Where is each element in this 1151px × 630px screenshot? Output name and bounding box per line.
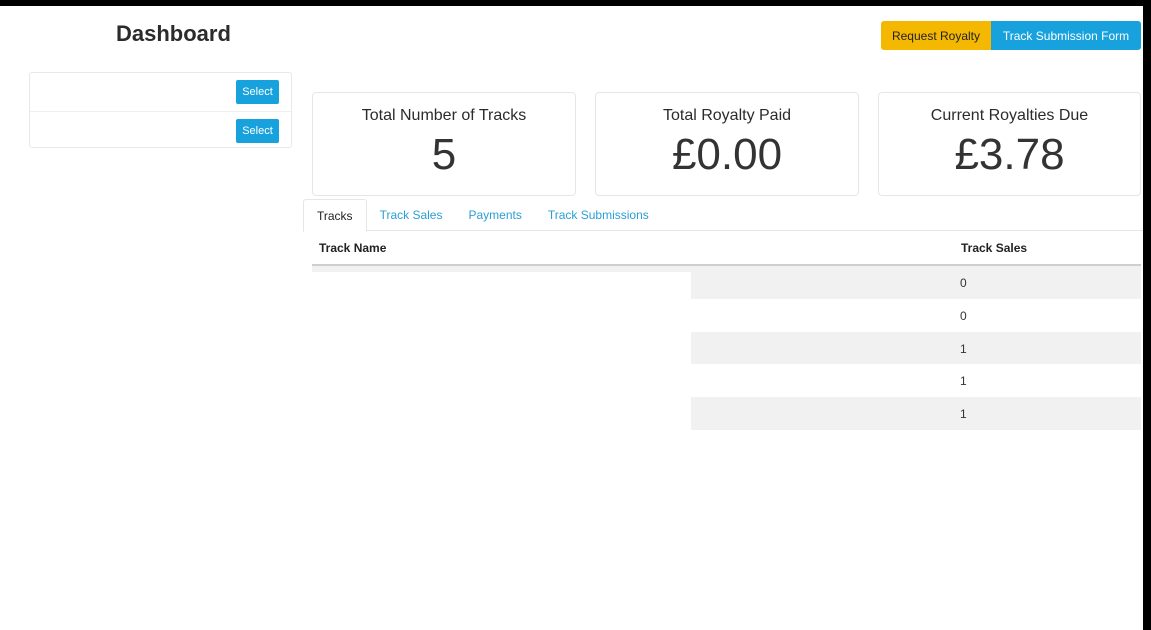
stat-label: Total Royalty Paid	[662, 107, 792, 124]
track-sales-cell: 0	[960, 308, 967, 323]
row-background	[691, 299, 1141, 332]
track-submission-form-button[interactable]: Track Submission Form	[991, 21, 1141, 50]
select-button[interactable]: Select	[236, 80, 279, 104]
stat-card-total-royalty-paid: Total Royalty Paid £0.00	[595, 92, 859, 196]
select-button[interactable]: Select	[236, 119, 279, 143]
header-actions: Request Royalty Track Submission Form	[881, 21, 1141, 50]
page-title: Dashboard	[116, 21, 231, 46]
request-royalty-button[interactable]: Request Royalty	[881, 21, 991, 50]
stat-label: Total Number of Tracks	[361, 107, 527, 124]
row-background	[691, 331, 1141, 365]
track-sales-cell: 1	[960, 341, 967, 356]
tracks-table-header: Track Name Track Sales	[312, 234, 1141, 266]
row-background	[691, 266, 1141, 299]
stat-value: £3.78	[954, 130, 1065, 179]
table-row[interactable]: 1	[312, 364, 1141, 397]
tab-track-submissions[interactable]: Track Submissions	[535, 199, 662, 231]
table-row[interactable]: 1	[312, 331, 1141, 365]
stat-value: 5	[431, 130, 457, 179]
tracks-table-body: 0 0 1 1 1	[312, 266, 1141, 430]
tab-bar: Tracks Track Sales Payments Track Submis…	[303, 199, 1143, 232]
table-row[interactable]: 1	[312, 397, 1141, 430]
tab-payments[interactable]: Payments	[455, 199, 534, 231]
stat-value: £0.00	[671, 130, 783, 179]
track-sales-cell: 1	[960, 374, 967, 389]
stat-card-current-royalties-due: Current Royalties Due £3.78	[878, 92, 1141, 196]
row-background	[691, 364, 1141, 397]
side-panel-item: Select	[30, 111, 291, 149]
dashboard-page: Dashboard Request Royalty Track Submissi…	[0, 6, 1143, 630]
column-header-track-sales[interactable]: Track Sales	[961, 241, 1027, 255]
row-background	[691, 397, 1141, 430]
table-row[interactable]: 0	[312, 299, 1141, 332]
track-sales-cell: 0	[960, 276, 967, 290]
track-sales-cell: 1	[960, 407, 967, 422]
table-row[interactable]: 0	[312, 266, 1141, 299]
side-panel-item: Select	[30, 73, 291, 111]
tab-track-sales[interactable]: Track Sales	[367, 199, 456, 231]
stat-label: Current Royalties Due	[930, 107, 1089, 124]
tab-tracks[interactable]: Tracks	[303, 199, 367, 232]
column-header-track-name[interactable]: Track Name	[319, 241, 386, 255]
stat-card-total-tracks: Total Number of Tracks 5	[312, 92, 576, 196]
side-panel: Select Select	[29, 72, 292, 148]
